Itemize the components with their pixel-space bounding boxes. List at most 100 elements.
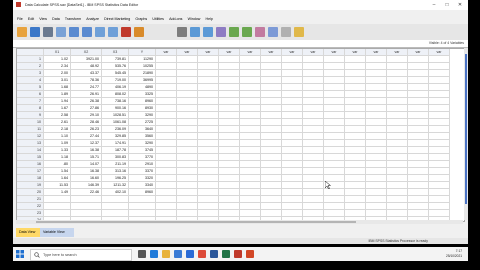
empty-cell[interactable]: [386, 76, 408, 84]
menu-analyze[interactable]: Analyze: [86, 15, 99, 23]
data-grid[interactable]: X1 X2 X3 Yvar var var var var var var var var var var…: [16, 48, 465, 222]
data-cell[interactable]: 48.92: [70, 62, 102, 70]
row-number[interactable]: 5: [17, 83, 44, 91]
empty-cell[interactable]: [365, 90, 387, 98]
close-button[interactable]: ✕: [455, 2, 465, 8]
data-cell[interactable]: [128, 202, 156, 210]
empty-cell[interactable]: [428, 104, 450, 112]
empty-cell[interactable]: [176, 132, 198, 140]
empty-cell[interactable]: [344, 146, 366, 154]
empty-cell[interactable]: [155, 62, 177, 70]
empty-cell[interactable]: [302, 76, 324, 84]
empty-cell[interactable]: [407, 118, 429, 126]
empty-cell[interactable]: [386, 153, 408, 161]
row-number[interactable]: 15: [17, 153, 44, 161]
empty-cell[interactable]: [386, 132, 408, 140]
empty-cell[interactable]: [344, 97, 366, 105]
empty-cell[interactable]: [281, 202, 303, 210]
empty-cell[interactable]: [260, 202, 282, 210]
windows-start-icon[interactable]: [16, 250, 24, 258]
empty-cell[interactable]: [302, 55, 324, 63]
empty-cell[interactable]: [197, 167, 219, 175]
empty-cell[interactable]: [155, 90, 177, 98]
select-cases-icon[interactable]: [242, 27, 252, 37]
empty-cell[interactable]: [428, 153, 450, 161]
empty-cell[interactable]: [365, 69, 387, 77]
horizontal-scrollbar[interactable]: [16, 220, 463, 224]
empty-cell[interactable]: [344, 209, 366, 217]
empty-cell[interactable]: [260, 55, 282, 63]
vertical-scrollbar[interactable]: [464, 48, 468, 220]
menu-add-ons[interactable]: Add-ons: [169, 15, 182, 23]
empty-cell[interactable]: [386, 118, 408, 126]
empty-cell[interactable]: [176, 146, 198, 154]
empty-cell[interactable]: [428, 76, 450, 84]
data-cell[interactable]: 1.18: [43, 153, 71, 161]
empty-cell[interactable]: [407, 174, 429, 182]
empty-cell[interactable]: [302, 167, 324, 175]
empty-cell[interactable]: [344, 62, 366, 70]
data-cell[interactable]: 15.71: [70, 153, 102, 161]
data-cell[interactable]: 1028.51: [101, 111, 129, 119]
menu-window[interactable]: Window: [188, 15, 201, 23]
empty-cell[interactable]: [155, 160, 177, 168]
empty-cell[interactable]: [344, 55, 366, 63]
run-descriptives-icon[interactable]: [134, 27, 144, 37]
row-number[interactable]: 3: [17, 69, 44, 77]
empty-cell[interactable]: [323, 132, 345, 140]
empty-cell[interactable]: [365, 146, 387, 154]
empty-cell[interactable]: [386, 104, 408, 112]
empty-cell[interactable]: [176, 76, 198, 84]
data-cell[interactable]: 2.58: [43, 111, 71, 119]
empty-cell[interactable]: [323, 209, 345, 217]
file-explorer-icon[interactable]: [162, 250, 170, 258]
empty-cell[interactable]: [176, 188, 198, 196]
empty-cell[interactable]: [281, 160, 303, 168]
empty-cell[interactable]: [407, 83, 429, 91]
empty-cell[interactable]: [239, 97, 261, 105]
row-number[interactable]: 6: [17, 90, 44, 98]
empty-cell[interactable]: [302, 111, 324, 119]
data-cell[interactable]: 900.16: [101, 104, 129, 112]
horizontal-scroll-thumb[interactable]: [36, 221, 356, 223]
empty-cell[interactable]: [386, 195, 408, 203]
empty-cell[interactable]: [428, 139, 450, 147]
data-cell[interactable]: [101, 195, 129, 203]
empty-cell[interactable]: [386, 167, 408, 175]
empty-cell[interactable]: [218, 97, 240, 105]
empty-cell[interactable]: [239, 76, 261, 84]
row-number[interactable]: 2: [17, 62, 44, 70]
data-cell[interactable]: 4890: [128, 83, 156, 91]
data-cell[interactable]: 3325: [128, 90, 156, 98]
find-icon[interactable]: [177, 27, 187, 37]
data-cell[interactable]: [43, 209, 71, 217]
data-cell[interactable]: [101, 202, 129, 210]
data-cell[interactable]: [128, 195, 156, 203]
data-cell[interactable]: 3560: [128, 132, 156, 140]
empty-cell[interactable]: [281, 139, 303, 147]
empty-cell[interactable]: [239, 181, 261, 189]
empty-cell[interactable]: [344, 153, 366, 161]
data-cell[interactable]: 187.78: [101, 146, 129, 154]
empty-cell[interactable]: [386, 55, 408, 63]
empty-cell[interactable]: [218, 202, 240, 210]
empty-cell[interactable]: [428, 69, 450, 77]
empty-cell[interactable]: [365, 111, 387, 119]
empty-cell[interactable]: [281, 153, 303, 161]
empty-cell[interactable]: [365, 97, 387, 105]
empty-cell[interactable]: [155, 55, 177, 63]
empty-cell[interactable]: [302, 160, 324, 168]
empty-cell[interactable]: [176, 118, 198, 126]
empty-cell[interactable]: [197, 160, 219, 168]
empty-cell[interactable]: [239, 132, 261, 140]
empty-cell[interactable]: [323, 188, 345, 196]
empty-cell[interactable]: [239, 69, 261, 77]
empty-cell[interactable]: [323, 83, 345, 91]
empty-cell[interactable]: [302, 104, 324, 112]
data-cell[interactable]: 8930: [128, 104, 156, 112]
data-cell[interactable]: 313.16: [101, 167, 129, 175]
empty-cell[interactable]: [176, 83, 198, 91]
empty-cell[interactable]: [260, 167, 282, 175]
spss-icon[interactable]: [234, 250, 242, 258]
empty-cell[interactable]: [260, 160, 282, 168]
